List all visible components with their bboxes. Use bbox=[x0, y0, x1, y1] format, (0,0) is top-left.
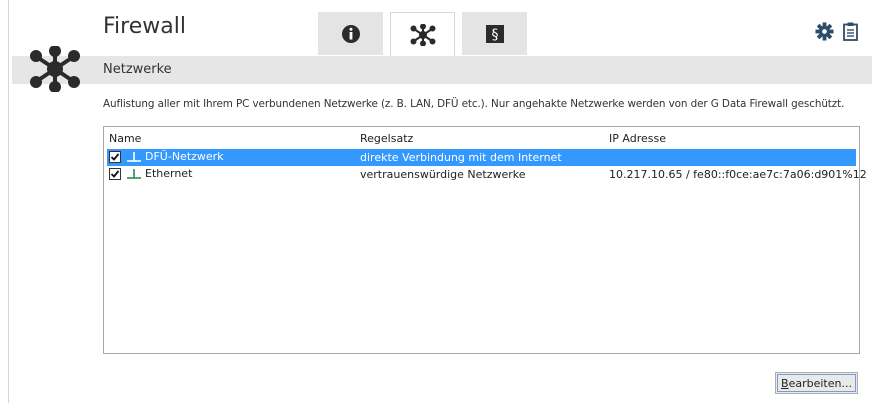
edit-button-mnemonic: B bbox=[781, 376, 789, 390]
row-checkbox[interactable] bbox=[109, 150, 121, 163]
column-header-rule[interactable]: Regelsatz bbox=[360, 132, 413, 145]
network-name: DFÜ-Netzwerk bbox=[145, 150, 224, 163]
tab-info[interactable] bbox=[318, 12, 383, 55]
tab-rules[interactable]: § bbox=[462, 12, 527, 55]
checkmark-icon bbox=[110, 169, 120, 178]
tab-bar: § bbox=[318, 12, 527, 56]
row-checkbox[interactable] bbox=[109, 167, 121, 180]
paragraph-icon: § bbox=[485, 24, 504, 43]
rule-cell: vertrauenswürdige Netzwerke bbox=[360, 168, 526, 181]
network-section-icon bbox=[30, 46, 80, 92]
checkmark-icon bbox=[110, 152, 120, 161]
clipboard-icon[interactable] bbox=[843, 22, 858, 41]
gear-icon[interactable] bbox=[815, 22, 834, 41]
column-header-ip[interactable]: IP Adresse bbox=[609, 132, 666, 145]
left-divider bbox=[8, 0, 9, 403]
name-cell: DFÜ-Netzwerk bbox=[109, 150, 224, 163]
description-text: Auflistung aller mit Ihrem PC verbundene… bbox=[103, 98, 845, 110]
column-header-name[interactable]: Name bbox=[109, 132, 141, 145]
network-adapter-icon bbox=[127, 168, 141, 179]
top-toolbar bbox=[815, 22, 858, 41]
table-row[interactable]: Ethernet vertrauenswürdige Netzwerke 10.… bbox=[104, 166, 867, 183]
network-icon bbox=[410, 23, 435, 46]
edit-button[interactable]: Bearbeiten... bbox=[775, 372, 858, 394]
table-row[interactable]: DFÜ-Netzwerk direkte Verbindung mit dem … bbox=[107, 149, 856, 166]
info-icon bbox=[341, 24, 360, 43]
ip-cell: 10.217.10.65 / fe80::f0ce:ae7c:7a06:d901… bbox=[609, 168, 867, 181]
network-table: Name Regelsatz IP Adresse DFÜ-Netzwerk d… bbox=[103, 126, 867, 354]
edit-button-label: earbeiten... bbox=[788, 376, 852, 390]
network-adapter-icon bbox=[127, 151, 141, 162]
rule-cell: direkte Verbindung mit dem Internet bbox=[360, 151, 562, 164]
section-title: Netzwerke bbox=[103, 62, 172, 77]
paragraph-symbol: § bbox=[491, 27, 498, 43]
tab-networks[interactable] bbox=[390, 12, 455, 56]
name-cell: Ethernet bbox=[109, 167, 192, 180]
app-title: Firewall bbox=[103, 14, 186, 39]
network-name: Ethernet bbox=[145, 167, 193, 180]
table-header: Name Regelsatz IP Adresse bbox=[104, 127, 859, 149]
